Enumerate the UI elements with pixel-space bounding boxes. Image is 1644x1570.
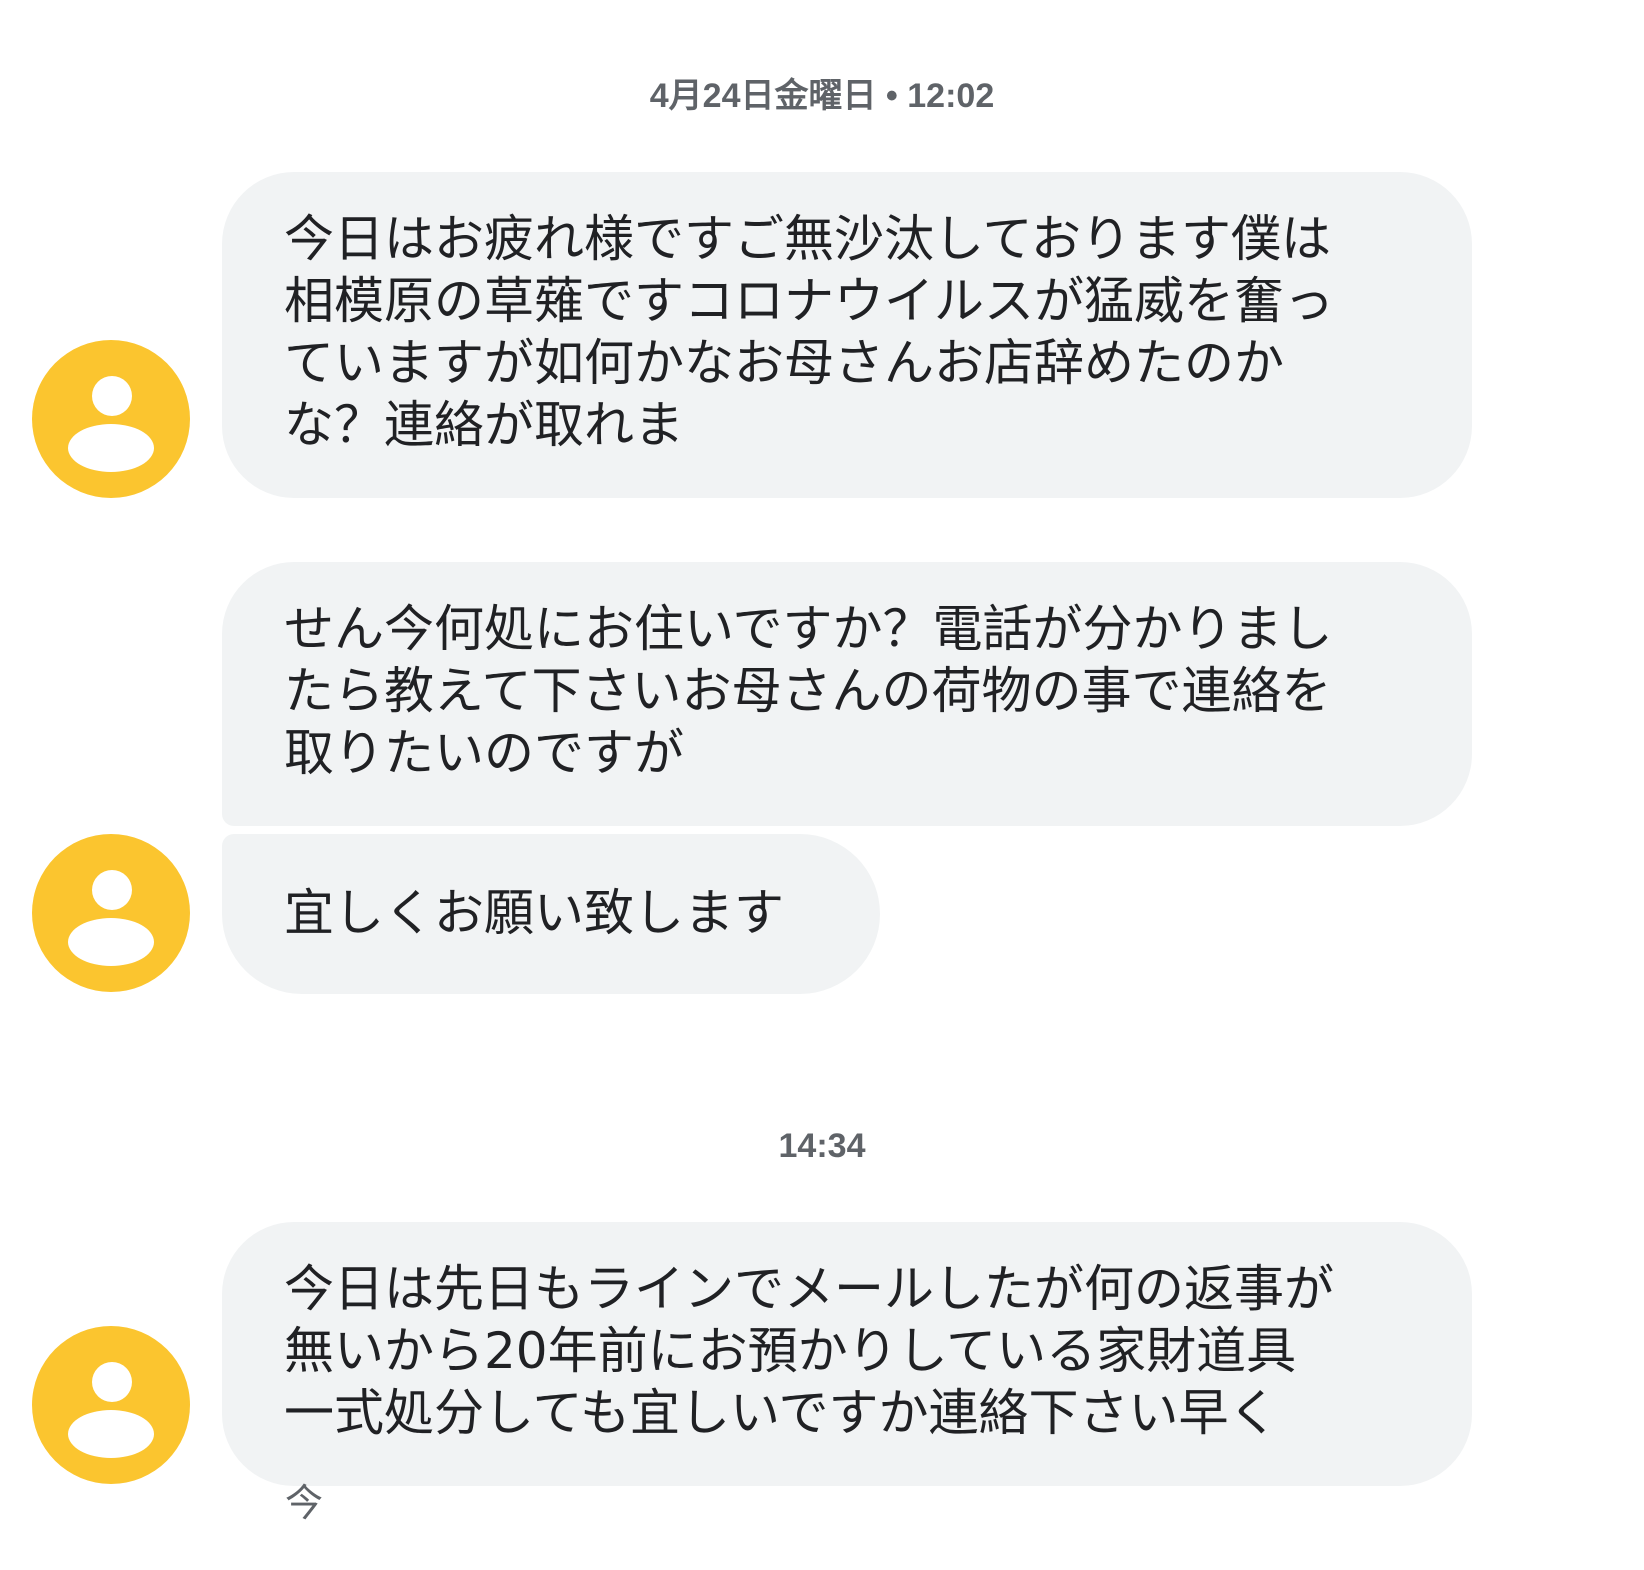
message-line: たら教えて下さいお母さんの荷物の事で連絡を — [284, 662, 1332, 720]
message-bubble[interactable]: 宜しくお願い致します — [222, 834, 880, 994]
message-status-time: 今 — [285, 1481, 324, 1525]
person-avatar-icon — [92, 376, 132, 416]
message-line: 今日は先日もラインでメールしたが何の返事が — [284, 1260, 1334, 1318]
message-line: ていますが如何かなお母さんお店辞めたのか — [284, 334, 1284, 392]
message-line: 取りたいのですが — [284, 724, 684, 782]
message-line: 相模原の草薙ですコロナウイルスが猛威を奮っ — [284, 272, 1334, 330]
contact-avatar[interactable] — [32, 1326, 190, 1484]
message-line: 無いから20年前にお預かりしている家財道具 — [284, 1322, 1297, 1380]
message-line: 一式処分しても宜しいですか連絡下さい早く — [284, 1384, 1279, 1442]
message-line: な？連絡が取れま — [284, 396, 684, 454]
person-avatar-icon — [92, 870, 132, 910]
message-line: 今日はお疲れ様ですご無沙汰しております僕は — [284, 210, 1331, 268]
message-bubble[interactable]: せん今何処にお住いですか？電話が分かりまし たら教えて下さいお母さんの荷物の事で… — [222, 562, 1472, 826]
person-avatar-icon-body — [68, 1410, 154, 1458]
contact-avatar[interactable] — [32, 340, 190, 498]
contact-avatar[interactable] — [32, 834, 190, 992]
date-timestamp: 4月24日金曜日 • 12:02 — [649, 77, 995, 115]
message-line: 宜しくお願い致します — [284, 884, 784, 942]
person-avatar-icon-body — [68, 918, 154, 966]
person-avatar-icon-body — [68, 424, 154, 472]
message-line: せん今何処にお住いですか？電話が分かりまし — [284, 600, 1333, 658]
message-bubble[interactable]: 今日はお疲れ様ですご無沙汰しております僕は 相模原の草薙ですコロナウイルスが猛威… — [222, 172, 1472, 498]
person-avatar-icon — [92, 1362, 132, 1402]
message-bubble[interactable]: 今日は先日もラインでメールしたが何の返事が 無いから20年前にお預かりしている家… — [222, 1222, 1472, 1486]
time-timestamp: 14:34 — [778, 1127, 866, 1165]
